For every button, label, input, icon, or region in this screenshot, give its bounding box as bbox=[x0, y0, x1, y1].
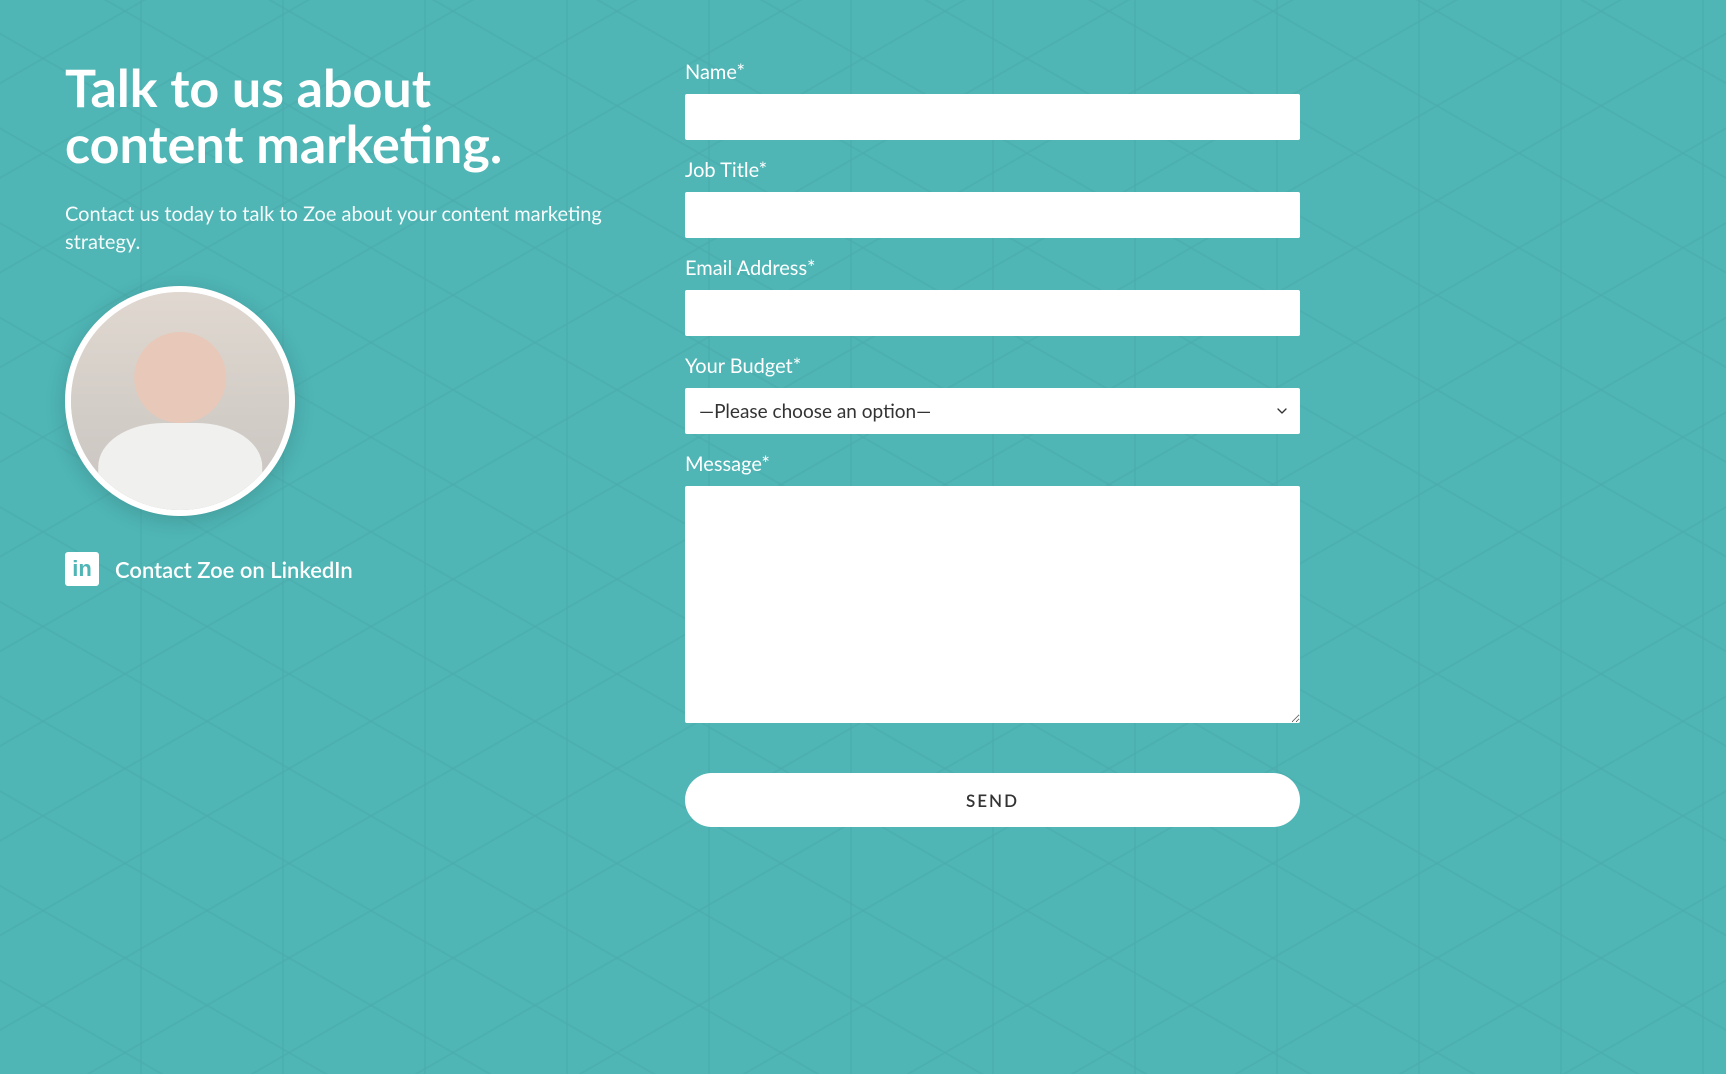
page-heading: Talk to us about content marketing. bbox=[65, 60, 620, 172]
page-subheading: Contact us today to talk to Zoe about yo… bbox=[65, 200, 620, 256]
send-button[interactable]: SEND bbox=[685, 773, 1300, 827]
email-input[interactable] bbox=[685, 290, 1300, 336]
avatar bbox=[65, 286, 295, 516]
email-group: Email Address* bbox=[685, 256, 1300, 336]
message-label: Message* bbox=[685, 452, 1300, 476]
budget-label: Your Budget* bbox=[685, 354, 1300, 378]
main-container: Talk to us about content marketing. Cont… bbox=[0, 0, 1726, 887]
linkedin-link-label: Contact Zoe on LinkedIn bbox=[115, 556, 353, 583]
job-title-input[interactable] bbox=[685, 192, 1300, 238]
info-column: Talk to us about content marketing. Cont… bbox=[65, 60, 620, 827]
contact-form: Name* Job Title* Email Address* Your Bud… bbox=[685, 60, 1300, 827]
linkedin-contact-link[interactable]: in Contact Zoe on LinkedIn bbox=[65, 552, 620, 586]
message-textarea[interactable] bbox=[685, 486, 1300, 723]
linkedin-icon: in bbox=[65, 552, 99, 586]
name-label: Name* bbox=[685, 60, 1300, 84]
name-group: Name* bbox=[685, 60, 1300, 140]
email-label: Email Address* bbox=[685, 256, 1300, 280]
message-group: Message* bbox=[685, 452, 1300, 727]
name-input[interactable] bbox=[685, 94, 1300, 140]
form-column: Name* Job Title* Email Address* Your Bud… bbox=[685, 60, 1300, 827]
avatar-image bbox=[71, 292, 289, 510]
budget-select[interactable]: —Please choose an option— bbox=[685, 388, 1300, 434]
job-title-label: Job Title* bbox=[685, 158, 1300, 182]
budget-group: Your Budget* —Please choose an option— bbox=[685, 354, 1300, 434]
job-title-group: Job Title* bbox=[685, 158, 1300, 238]
